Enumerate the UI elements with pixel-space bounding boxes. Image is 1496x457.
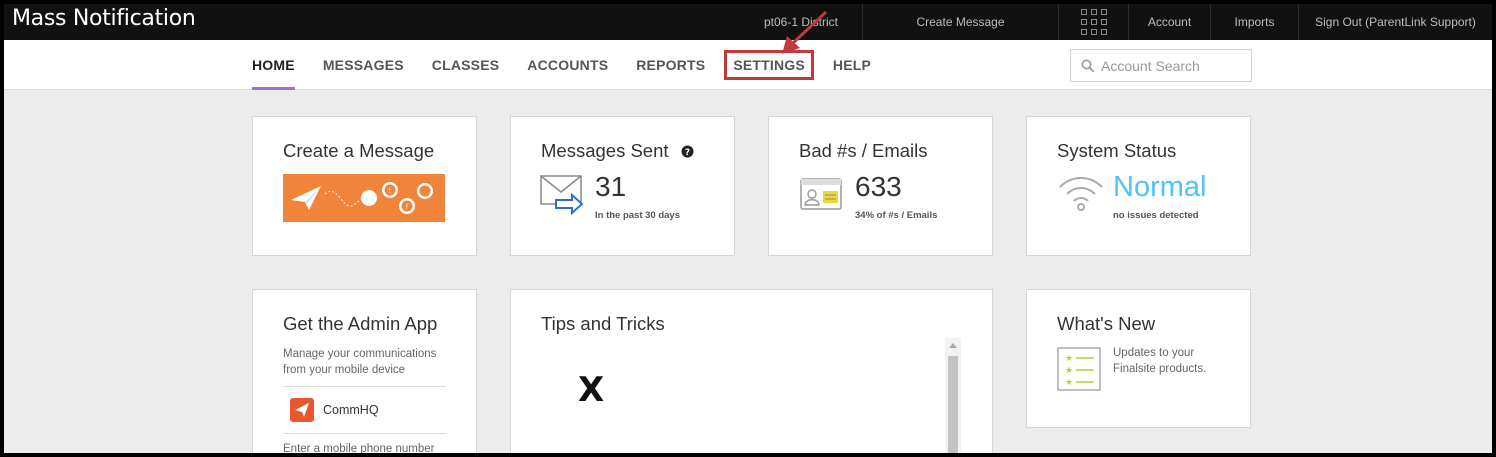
card-title: Get the Admin App <box>283 313 438 334</box>
apps-grid-button[interactable] <box>1058 4 1128 40</box>
divider <box>283 386 446 387</box>
card-title: Messages Sent <box>541 140 669 161</box>
messages-sent-card[interactable]: Messages Sent ? 31 In the past 30 days <box>510 116 735 256</box>
system-status-value: Normal <box>1113 171 1207 203</box>
commhq-app-link[interactable]: CommHQ <box>290 398 379 422</box>
bad-numbers-card[interactable]: Bad #s / Emails 633 34% of #s / Emails <box>768 116 993 256</box>
app-title: Mass Notification <box>12 6 196 31</box>
commhq-label: CommHQ <box>323 403 379 417</box>
card-title: What's New <box>1057 313 1156 334</box>
card-title: Create a Message <box>283 140 435 161</box>
tab-messages[interactable]: MESSAGES <box>323 40 404 90</box>
search-input[interactable] <box>1101 57 1251 74</box>
question-icon[interactable]: ? <box>681 145 694 158</box>
main-nav: HOME MESSAGES CLASSES ACCOUNTS REPORTS S… <box>4 40 1492 90</box>
tips-card: Tips and Tricks X <box>510 289 993 453</box>
svg-text:★: ★ <box>1065 354 1073 364</box>
tab-reports[interactable]: REPORTS <box>636 40 705 90</box>
system-status-note: no issues detected <box>1113 210 1199 221</box>
tab-help[interactable]: HELP <box>833 40 871 90</box>
wifi-icon <box>1059 177 1103 211</box>
search-icon <box>1081 59 1095 72</box>
bad-numbers-note: 34% of #s / Emails <box>855 210 938 221</box>
system-status-card[interactable]: System Status Normal no issues detected <box>1026 116 1251 256</box>
messages-sent-note: In the past 30 days <box>595 210 681 221</box>
grid-icon <box>1080 9 1107 35</box>
card-title: Bad #s / Emails <box>799 140 928 161</box>
contact-card-icon <box>800 178 842 210</box>
create-message-banner[interactable]: t f <box>283 174 445 222</box>
top-bar: Mass Notification pt06-1 District Create… <box>4 4 1492 40</box>
card-title: System Status <box>1057 140 1177 161</box>
tab-accounts[interactable]: ACCOUNTS <box>527 40 608 90</box>
admin-app-card: Get the Admin App Manage your communicat… <box>252 289 477 453</box>
paper-plane-social-icon: t f <box>291 182 433 214</box>
annotation-arrow-icon <box>782 10 828 54</box>
x-logo-icon[interactable]: X <box>578 370 604 410</box>
svg-text:★: ★ <box>1065 378 1073 388</box>
svg-text:★: ★ <box>1065 366 1073 376</box>
card-title: Tips and Tricks <box>541 313 665 334</box>
whats-new-card[interactable]: What's New ★ ★ ★ Updates to your Finalsi… <box>1026 289 1251 428</box>
imports-link[interactable]: Imports <box>1210 4 1298 40</box>
account-link[interactable]: Account <box>1128 4 1210 40</box>
commhq-icon <box>290 398 314 422</box>
svg-text:?: ? <box>685 148 690 158</box>
envelope-send-icon <box>540 175 584 216</box>
scroll-up-icon[interactable] <box>949 343 957 348</box>
svg-text:t: t <box>389 187 392 195</box>
messages-sent-count: 31 <box>595 171 627 202</box>
divider <box>283 433 446 434</box>
create-message-card[interactable]: Create a Message t f <box>252 116 477 256</box>
whats-new-text: Updates to your Finalsite products. <box>1113 347 1207 375</box>
checklist-icon: ★ ★ ★ <box>1057 347 1101 391</box>
scroll-thumb[interactable] <box>948 356 958 453</box>
admin-app-description: Manage your communications from your mob… <box>283 348 437 376</box>
app-frame: Mass Notification pt06-1 District Create… <box>4 4 1492 453</box>
tab-home[interactable]: HOME <box>252 40 295 90</box>
account-search[interactable] <box>1070 49 1252 82</box>
bad-numbers-count: 633 <box>855 171 902 202</box>
tips-scrollbar[interactable] <box>945 338 961 453</box>
mobile-phone-prompt: Enter a mobile phone number <box>283 443 435 453</box>
create-message-link[interactable]: Create Message <box>862 4 1058 40</box>
tab-classes[interactable]: CLASSES <box>432 40 500 90</box>
sign-out-link[interactable]: Sign Out (ParentLink Support) <box>1298 4 1492 40</box>
